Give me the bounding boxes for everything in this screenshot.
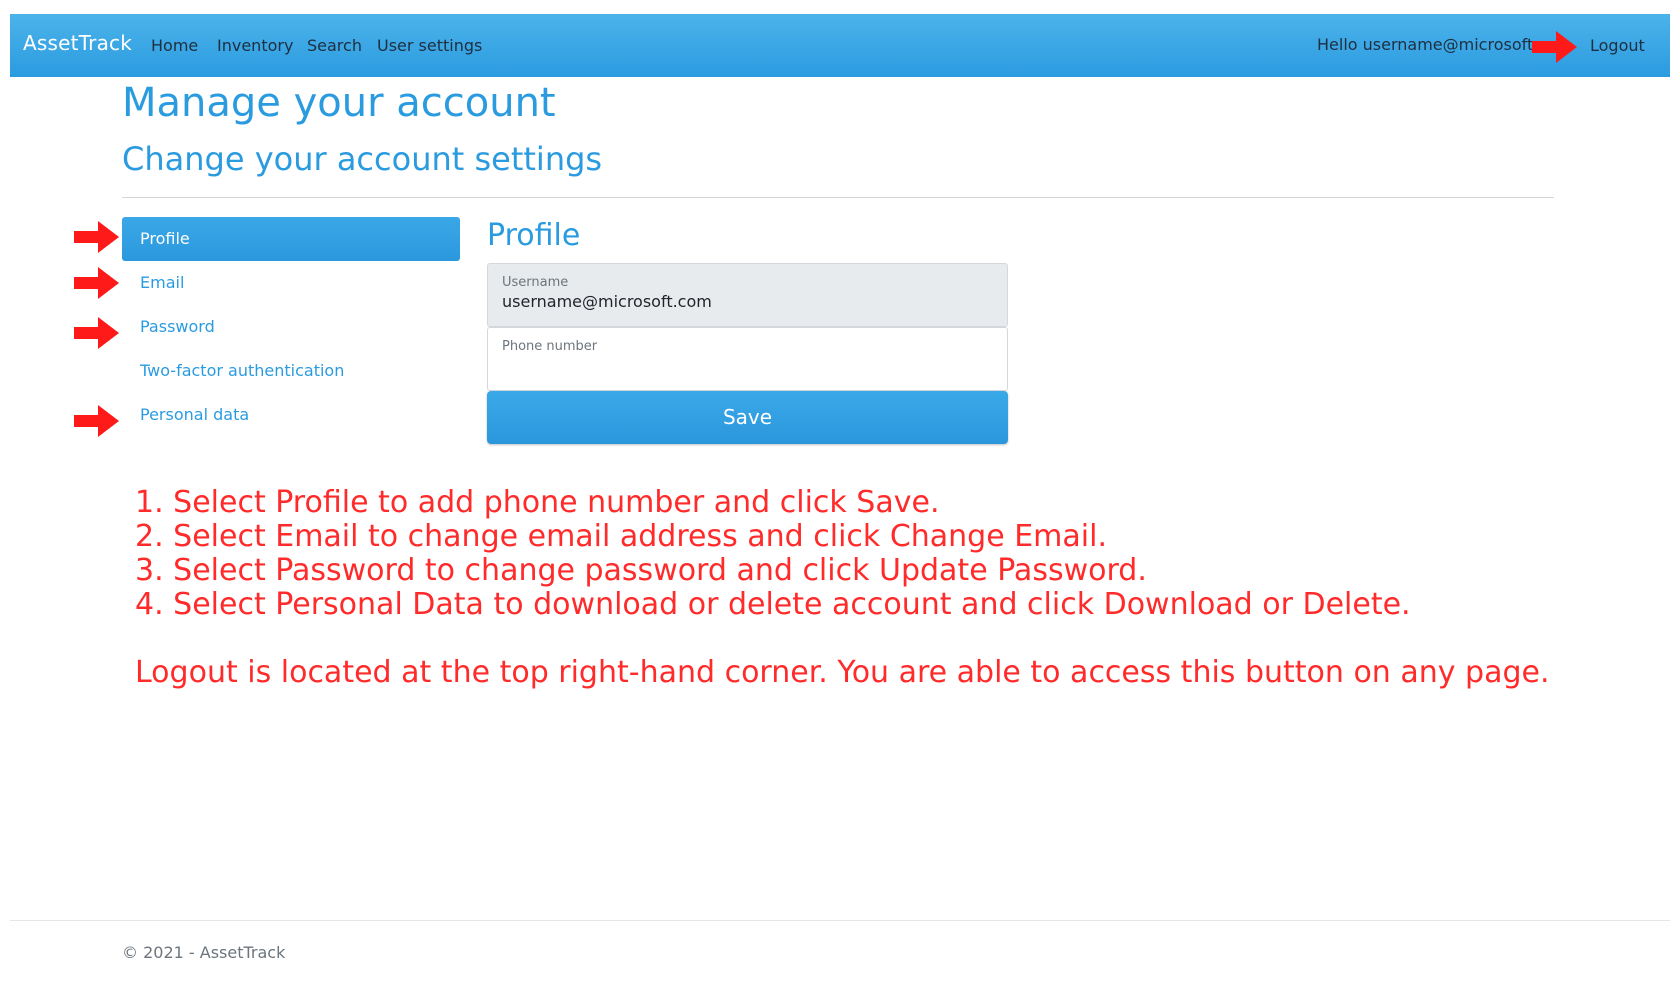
instruction-line: 4. Select Personal Data to download or d… — [135, 587, 1411, 622]
red-arrow-icon — [74, 220, 120, 254]
footer-divider — [10, 920, 1670, 921]
page-subtitle: Change your account settings — [122, 140, 603, 178]
instruction-line: 3. Select Password to change password an… — [135, 553, 1147, 588]
sidebar-item-personal-data[interactable]: Personal data — [122, 393, 460, 437]
page-title: Manage your account — [122, 80, 556, 126]
sidebar-item-two-factor[interactable]: Two-factor authentication — [122, 349, 460, 393]
red-arrow-icon — [74, 404, 120, 438]
nav-inventory-link[interactable]: Inventory — [217, 36, 293, 55]
top-navbar: AssetTrack Home Inventory Search User se… — [10, 14, 1670, 77]
profile-section-title: Profile — [487, 218, 581, 253]
phone-number-field[interactable]: Phone number — [487, 327, 1008, 391]
instruction-gap — [135, 622, 1550, 656]
nav-home-link[interactable]: Home — [151, 36, 198, 55]
page: AssetTrack Home Inventory Search User se… — [0, 0, 1678, 1000]
brand-link[interactable]: AssetTrack — [23, 31, 132, 55]
nav-search-link[interactable]: Search — [307, 36, 362, 55]
nav-user-settings-link[interactable]: User settings — [377, 36, 482, 55]
footer-copyright: © 2021 - AssetTrack — [122, 943, 286, 962]
logout-button[interactable]: Logout — [1590, 36, 1645, 55]
sidebar-item-profile[interactable]: Profile — [122, 217, 460, 261]
username-label: Username — [502, 275, 569, 290]
username-field: Username username@microsoft.com — [487, 263, 1008, 327]
save-button[interactable]: Save — [487, 391, 1008, 444]
instruction-line: 2. Select Email to change email address … — [135, 519, 1107, 554]
user-greeting-link[interactable]: Hello username@microsoft.com! — [1317, 35, 1547, 54]
red-arrow-icon — [74, 316, 120, 350]
red-arrow-icon — [1532, 30, 1578, 64]
sidebar-item-password[interactable]: Password — [122, 305, 460, 349]
red-arrow-icon — [74, 266, 120, 300]
instruction-note: Logout is located at the top right-hand … — [135, 655, 1550, 690]
phone-number-label: Phone number — [502, 339, 598, 354]
header-divider — [122, 197, 1554, 198]
instructions-annotation: 1. Select Profile to add phone number an… — [135, 486, 1550, 690]
instruction-line: 1. Select Profile to add phone number an… — [135, 485, 940, 520]
sidebar-item-email[interactable]: Email — [122, 261, 460, 305]
username-value: username@microsoft.com — [502, 292, 712, 311]
